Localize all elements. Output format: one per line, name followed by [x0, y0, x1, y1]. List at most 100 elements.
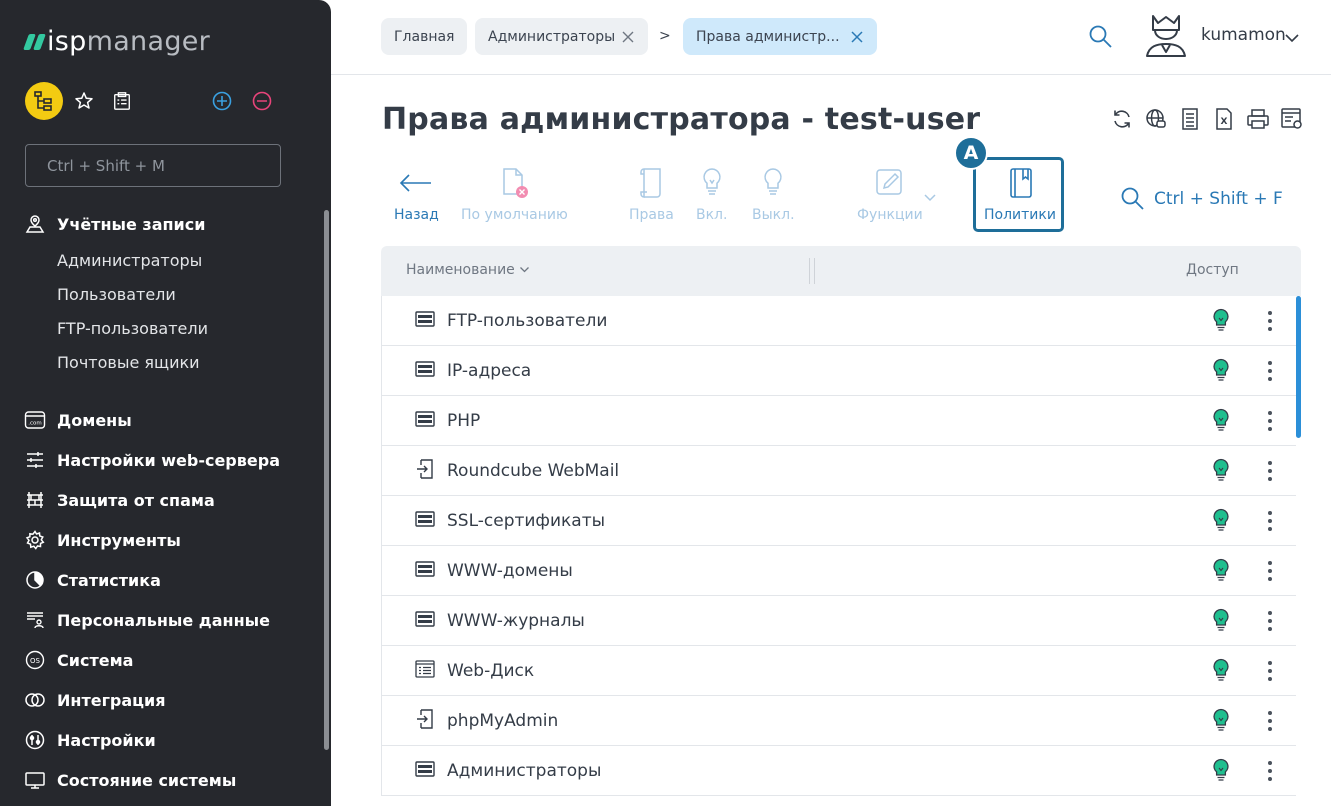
- sidebar-section-system[interactable]: OS Система: [24, 648, 133, 672]
- bulb-on-icon: [700, 165, 724, 201]
- functions-button[interactable]: Функции: [857, 165, 923, 223]
- bulb-on-icon[interactable]: [1211, 308, 1231, 332]
- table-row[interactable]: WWW-домены: [382, 546, 1296, 596]
- enable-button[interactable]: Вкл.: [696, 165, 727, 223]
- table-search-button[interactable]: Ctrl + Shift + F: [1120, 186, 1283, 212]
- sidebar-section-settings[interactable]: Настройки: [24, 728, 156, 752]
- chevron-down-icon[interactable]: [923, 188, 937, 207]
- sidebar-section-accounts[interactable]: Учётные записи: [24, 212, 205, 236]
- sidebar-section-antispam[interactable]: Защита от спама: [24, 488, 215, 512]
- search-icon[interactable]: [1088, 24, 1114, 54]
- bulb-on-icon[interactable]: [1211, 458, 1231, 482]
- back-button[interactable]: Назад: [394, 165, 439, 223]
- tree-menu-icon[interactable]: [25, 82, 63, 120]
- bulb-on-icon[interactable]: [1211, 408, 1231, 432]
- sidebar-section-statistics[interactable]: Статистика: [24, 568, 161, 592]
- table-scrollbar-thumb[interactable]: [1296, 296, 1301, 438]
- logo-mark-icon: [23, 33, 46, 50]
- sidebar-section-system-status[interactable]: Состояние системы: [24, 768, 236, 792]
- table-search-hotkey: Ctrl + Shift + F: [1154, 189, 1283, 209]
- rights-button[interactable]: Права: [629, 165, 674, 223]
- table-row[interactable]: PHP: [382, 396, 1296, 446]
- close-icon[interactable]: [850, 30, 864, 44]
- more-vertical-icon[interactable]: [1260, 359, 1280, 383]
- more-vertical-icon[interactable]: [1260, 509, 1280, 533]
- document-list-icon[interactable]: [1178, 106, 1202, 132]
- bulb-on-icon[interactable]: [1211, 608, 1231, 632]
- policies-button[interactable]: Политики: [984, 165, 1056, 223]
- refresh-icon[interactable]: [1110, 106, 1134, 132]
- sidebar-section-webserver[interactable]: Настройки web-сервера: [24, 448, 280, 472]
- sidebar-item-mailboxes[interactable]: Почтовые ящики: [57, 353, 200, 372]
- sidebar-item-users[interactable]: Пользователи: [57, 285, 176, 304]
- plus-circle-icon[interactable]: [212, 91, 232, 111]
- bulb-on-icon[interactable]: [1211, 708, 1231, 732]
- more-vertical-icon[interactable]: [1260, 559, 1280, 583]
- bulb-on-icon[interactable]: [1211, 658, 1231, 682]
- table-row[interactable]: SSL-сертификаты: [382, 496, 1296, 546]
- bulb-on-icon[interactable]: [1211, 558, 1231, 582]
- more-vertical-icon[interactable]: [1260, 459, 1280, 483]
- bulb-on-icon[interactable]: [1211, 758, 1231, 782]
- table-row[interactable]: Web-Диск: [382, 646, 1296, 696]
- logo-primary: isp: [47, 26, 87, 57]
- more-vertical-icon[interactable]: [1260, 659, 1280, 683]
- table-row[interactable]: IP-адреса: [382, 346, 1296, 396]
- scroll-icon: [636, 165, 666, 201]
- more-vertical-icon[interactable]: [1260, 759, 1280, 783]
- username[interactable]: kumamon: [1201, 25, 1286, 45]
- sidebar-scrollbar[interactable]: [324, 210, 329, 750]
- print-icon[interactable]: [1246, 106, 1270, 132]
- table-scrollbar[interactable]: [1296, 296, 1301, 806]
- breadcrumb-home[interactable]: Главная: [381, 18, 468, 55]
- domain-icon: .com: [24, 409, 46, 431]
- table-row[interactable]: phpMyAdmin: [382, 696, 1296, 746]
- sidebar-item-ftp-users[interactable]: FTP-пользователи: [57, 319, 208, 338]
- row-name: Web-Диск: [447, 661, 535, 681]
- sidebar-section-label: Инструменты: [57, 530, 181, 550]
- edit-document-icon: [874, 165, 906, 201]
- star-icon[interactable]: [74, 91, 94, 111]
- more-vertical-icon[interactable]: [1260, 709, 1280, 733]
- table-settings-icon[interactable]: [1280, 106, 1304, 132]
- more-vertical-icon[interactable]: [1260, 409, 1280, 433]
- chevron-down-icon[interactable]: [1284, 29, 1300, 48]
- breadcrumb-admin-rights[interactable]: Права администр...: [683, 18, 877, 55]
- table-row[interactable]: FTP-пользователи: [382, 296, 1296, 346]
- breadcrumb-separator: >: [659, 28, 671, 44]
- close-icon[interactable]: [621, 30, 635, 44]
- column-resize-handle[interactable]: [809, 258, 815, 284]
- table-row[interactable]: Roundcube WebMail: [382, 446, 1296, 496]
- sidebar-section-tools[interactable]: Инструменты: [24, 528, 181, 552]
- breadcrumb-administrators[interactable]: Администраторы: [475, 18, 649, 55]
- clipboard-icon[interactable]: [112, 91, 132, 111]
- sidebar-section-label: Статистика: [57, 570, 161, 590]
- globe-link-icon[interactable]: [1144, 106, 1168, 132]
- row-name: Администраторы: [447, 761, 602, 781]
- sidebar-item-administrators[interactable]: Администраторы: [57, 251, 202, 270]
- form-icon: [414, 660, 436, 678]
- column-header-name[interactable]: Наименование: [406, 262, 530, 278]
- sidebar-search-input[interactable]: [25, 144, 281, 187]
- table-row[interactable]: WWW-журналы: [382, 596, 1296, 646]
- excel-export-icon[interactable]: X: [1212, 106, 1236, 132]
- table-row[interactable]: Администраторы: [382, 746, 1296, 796]
- logo[interactable]: ispmanager: [23, 26, 210, 57]
- sidebar-section-domains[interactable]: .com Домены: [24, 408, 132, 432]
- more-vertical-icon[interactable]: [1260, 309, 1280, 333]
- default-button[interactable]: По умолчанию: [461, 165, 568, 223]
- bulb-on-icon[interactable]: [1211, 508, 1231, 532]
- sidebar-section-personal-data[interactable]: Персональные данные: [24, 608, 270, 632]
- bulb-on-icon[interactable]: [1211, 358, 1231, 382]
- more-vertical-icon[interactable]: [1260, 609, 1280, 633]
- column-header-access[interactable]: Доступ: [1186, 262, 1239, 278]
- sidebar-section-label: Защита от спама: [57, 490, 215, 510]
- sidebar-section-label: Персональные данные: [57, 610, 270, 630]
- annotation-badge: A: [954, 136, 988, 170]
- avatar[interactable]: [1143, 12, 1189, 62]
- table-icon: [414, 560, 436, 578]
- sidebar-section-integration[interactable]: Интеграция: [24, 688, 166, 712]
- minus-circle-icon[interactable]: [252, 91, 272, 111]
- disable-button[interactable]: Выкл.: [752, 165, 795, 223]
- os-icon: OS: [24, 649, 46, 671]
